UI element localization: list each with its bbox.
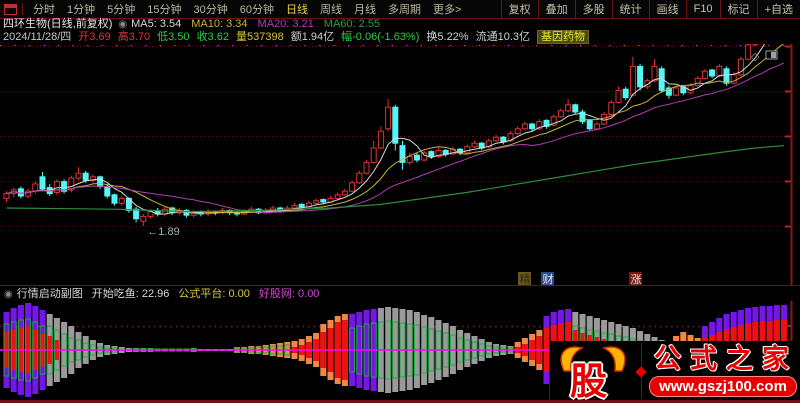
collapse-icon[interactable]: ◉ bbox=[118, 19, 127, 30]
period-menu: 分时 1分钟 5分钟 15分钟 30分钟 60分钟 日线 周线 月线 多周期 更多> bbox=[27, 1, 467, 17]
menu-item-4[interactable]: 30分钟 bbox=[188, 1, 234, 17]
quote-field-8: 换5.22% bbox=[426, 31, 469, 43]
toolbar-button-4[interactable]: 画线 bbox=[648, 0, 686, 18]
tool-menu: 复权 叠加 多股 统计 画线 F10 标记 +自选 bbox=[500, 0, 800, 18]
quote-field-3: 低3.50 bbox=[157, 31, 190, 43]
svg-text:◇: ◇ bbox=[751, 51, 760, 63]
menu-item-10[interactable]: 更多> bbox=[427, 1, 467, 17]
stock-info-row: 四环生物(日线,前复权) ◉ MA5: 3.54 MA10: 3.34 MA20: 3.… bbox=[0, 18, 800, 31]
ma-label-3: MA60: 2.55 bbox=[323, 18, 381, 30]
quote-field-1: 开3.69 bbox=[78, 31, 111, 43]
quote-field-5: 量537398 bbox=[235, 31, 284, 43]
indicator-field-2: 公式平台: 0.00 bbox=[178, 288, 250, 300]
indicator-field-1: 开始吃鱼: 22.96 bbox=[91, 288, 170, 300]
quote-field-6: 额1.94亿 bbox=[290, 31, 335, 43]
quote-field-0: 2024/11/28/四 bbox=[3, 31, 72, 43]
logo-char: 股 bbox=[570, 362, 607, 403]
app-window: 分时 1分钟 5分钟 15分钟 30分钟 60分钟 日线 周线 月线 多周期 更多> 复权 叠加 多股统… bbox=[0, 0, 800, 403]
ma-label-0: MA5: 3.54 bbox=[131, 18, 182, 30]
menu-item-2[interactable]: 5分钟 bbox=[101, 1, 141, 17]
main-chart[interactable]: 3.74←1.89精财涨◇ bbox=[0, 44, 800, 286]
quote-field-2: 高3.70 bbox=[117, 31, 151, 43]
ma-labels: MA5: 3.54 MA10: 3.34 MA20: 3.21 MA60: 2.55 bbox=[131, 18, 390, 30]
menu-item-5[interactable]: 60分钟 bbox=[234, 1, 280, 17]
menu-item-3[interactable]: 15分钟 bbox=[141, 1, 187, 17]
ma-label-1: MA10: 3.34 bbox=[191, 18, 248, 30]
toolbar-button-2[interactable]: 多股 bbox=[574, 0, 612, 18]
quote-field-9: 流通10.3亿 bbox=[475, 31, 531, 43]
stock-title[interactable]: 四环生物(日线,前复权) bbox=[3, 18, 112, 30]
toolbar-button-7[interactable]: +自选 bbox=[756, 0, 800, 18]
window-icon[interactable] bbox=[4, 3, 17, 15]
svg-text:←1.89: ←1.89 bbox=[147, 226, 179, 238]
menu-item-0[interactable]: 分时 bbox=[27, 1, 61, 17]
top-menubar: 分时 1分钟 5分钟 15分钟 30分钟 60分钟 日线 周线 月线 多周期 更多> 复权 叠加 多股统… bbox=[0, 0, 800, 19]
site-logo[interactable]: 股 公式之家 www.gszj100.com bbox=[549, 341, 798, 403]
quote-fields: 2024/11/28/四 开3.69 高3.70 低3.50 收3.62 量537398 额… bbox=[3, 31, 537, 43]
menu-item-7[interactable]: 周线 bbox=[314, 1, 348, 17]
menu-item-6[interactable]: 日线 bbox=[280, 1, 314, 17]
concept-tag[interactable]: 基因药物 bbox=[537, 30, 590, 44]
diamond-icon bbox=[635, 365, 647, 378]
quote-field-7: 幅-0.06(-1.63%) bbox=[341, 31, 420, 43]
ma-label-2: MA20: 3.21 bbox=[257, 18, 314, 30]
toolbar-button-6[interactable]: 标记 bbox=[719, 0, 757, 18]
logo-divider bbox=[635, 342, 648, 399]
collapse-icon[interactable]: ◉ bbox=[4, 289, 13, 300]
toolbar-button-5[interactable]: F10 bbox=[685, 0, 720, 18]
svg-text:财: 财 bbox=[543, 272, 554, 286]
toolbar-button-0[interactable]: 复权 bbox=[500, 0, 538, 18]
panel-divider[interactable] bbox=[0, 285, 800, 286]
indicator-field-3: 好股网: 0.00 bbox=[258, 288, 320, 300]
toolbar-button-3[interactable]: 统计 bbox=[611, 0, 649, 18]
menu-item-8[interactable]: 月线 bbox=[348, 1, 382, 17]
quote-field-4: 收3.62 bbox=[196, 31, 229, 43]
bull-icon: 股 bbox=[550, 341, 636, 403]
indicator-field-0: 行情启动副图 bbox=[16, 288, 83, 300]
logo-site-name: 公式之家 bbox=[654, 344, 798, 374]
toolbar-button-1[interactable]: 叠加 bbox=[537, 0, 575, 18]
menu-item-1[interactable]: 1分钟 bbox=[61, 1, 101, 17]
menu-divider bbox=[22, 3, 23, 15]
indicator-fields: 行情启动副图 开始吃鱼: 22.96 公式平台: 0.00 好股网: 0.00 bbox=[17, 288, 329, 300]
indicator-header: ◉ 行情启动副图 开始吃鱼: 22.96 公式平台: 0.00 好股网: 0.00 bbox=[0, 287, 800, 301]
logo-url[interactable]: www.gszj100.com bbox=[649, 376, 797, 397]
menu-item-9[interactable]: 多周期 bbox=[382, 1, 427, 17]
quote-info-row: 2024/11/28/四 开3.69 高3.70 低3.50 收3.62 量537398 额… bbox=[0, 30, 800, 44]
